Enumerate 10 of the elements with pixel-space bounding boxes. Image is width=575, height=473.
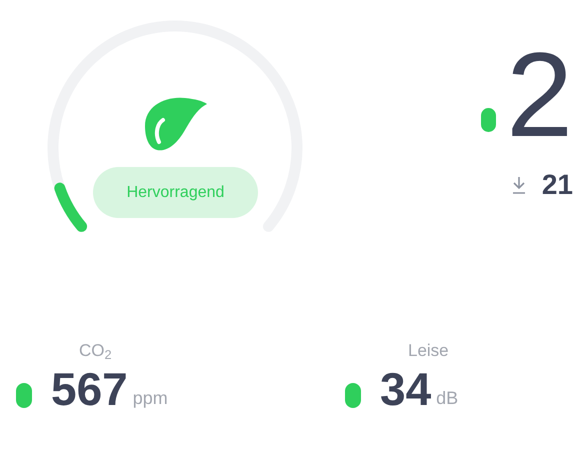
metric-value: 34 xyxy=(380,362,432,416)
metric-label: Leise xyxy=(408,340,450,362)
download-icon xyxy=(512,176,526,194)
rating-badge: Hervorragend xyxy=(93,167,258,218)
metric-label: CO$_{2}$ xyxy=(79,340,113,362)
headline-value: 2 xyxy=(506,40,573,150)
metric-unit: ppm xyxy=(132,387,168,410)
sub-value: 21 xyxy=(542,168,573,202)
metric-unit: dB xyxy=(436,387,458,410)
metric-value: 567 xyxy=(51,362,128,416)
